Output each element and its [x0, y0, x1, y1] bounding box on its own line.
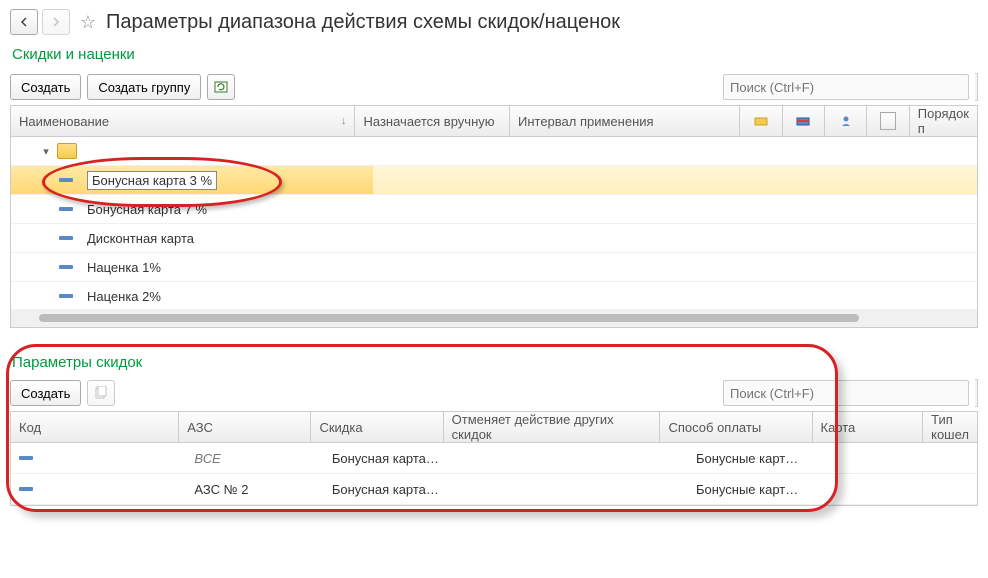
- tree-row-item[interactable]: Наценка 2%: [11, 282, 977, 309]
- tree-row-item[interactable]: Бонусная карта 7 %: [11, 195, 977, 224]
- scrollbar-thumb[interactable]: [39, 314, 859, 322]
- tree-row-root[interactable]: ▾: [11, 137, 977, 166]
- tree-row-item[interactable]: Наценка 1%: [11, 253, 977, 282]
- refresh-button[interactable]: [207, 74, 235, 100]
- cell-azs: АЗС № 2: [186, 482, 323, 497]
- tree-row-item[interactable]: Бонусная карта 3 %: [11, 166, 977, 195]
- column-card-icon: [796, 114, 810, 128]
- folder-icon: [57, 143, 77, 159]
- item-icon: [59, 236, 73, 240]
- copy-icon: [94, 386, 108, 400]
- tree-item-label: Наценка 1%: [87, 260, 161, 275]
- column-header-code[interactable]: Код: [11, 412, 179, 442]
- item-icon: [59, 265, 73, 269]
- table-row[interactable]: ВСЕБонусная карта… Бонусные карт…: [11, 443, 977, 474]
- column-header-azs[interactable]: АЗС: [179, 412, 311, 442]
- column-header-icon-1[interactable]: [740, 106, 782, 136]
- spreadsheet-refresh-icon: [214, 80, 228, 94]
- column-header-discount[interactable]: Скидка: [311, 412, 443, 442]
- page-title: Параметры диапазона действия схемы скидо…: [106, 11, 620, 34]
- column-header-order[interactable]: Порядок п: [910, 106, 977, 136]
- horizontal-scrollbar[interactable]: [11, 309, 977, 327]
- column-header-manual[interactable]: Назначается вручную: [355, 106, 510, 136]
- item-icon: [19, 487, 33, 491]
- column-header-wallet[interactable]: Тип кошел: [923, 412, 977, 442]
- column-header-interval[interactable]: Интервал применения: [510, 106, 741, 136]
- arrow-left-icon: [19, 17, 29, 27]
- column-header-icon-3[interactable]: [825, 106, 867, 136]
- cell-discount: Бонусная карта…: [324, 451, 461, 466]
- search-trailing-2: [975, 379, 978, 407]
- column-header-icon-4[interactable]: [867, 106, 909, 136]
- item-icon: [59, 178, 73, 182]
- discount-params-section: Параметры скидок Создать Код АЗС Скидка …: [10, 350, 978, 506]
- params-grid: Код АЗС Скидка Отменяет действие других …: [10, 411, 978, 506]
- section-title-params: Параметры скидок: [10, 350, 978, 375]
- discounts-grid: Наименование ↓ Назначается вручную Интер…: [10, 105, 978, 328]
- tree-item-label: Дисконтная карта: [87, 231, 194, 246]
- column-money-icon: [754, 114, 768, 128]
- column-person-icon: [839, 114, 853, 128]
- tree-item-label: Бонусная карта 3 %: [87, 171, 217, 190]
- section-title-discounts: Скидки и наценки: [10, 42, 978, 67]
- create-param-button[interactable]: Создать: [10, 380, 81, 406]
- search-input[interactable]: [723, 74, 969, 100]
- item-icon: [59, 294, 73, 298]
- column-header-cancels[interactable]: Отменяет действие других скидок: [444, 412, 661, 442]
- create-button[interactable]: Создать: [10, 74, 81, 100]
- search-input-params[interactable]: [723, 380, 969, 406]
- column-header-name-label: Наименование: [19, 114, 109, 129]
- favorite-star-icon[interactable]: ☆: [78, 12, 98, 32]
- column-header-name[interactable]: Наименование ↓: [11, 106, 355, 136]
- item-icon: [59, 207, 73, 211]
- tree-collapse-icon[interactable]: ▾: [39, 145, 53, 158]
- column-document-icon: [880, 112, 896, 130]
- arrow-right-icon: [51, 17, 61, 27]
- table-row[interactable]: АЗС № 2Бонусная карта… Бонусные карт…: [11, 474, 977, 505]
- cell-payment: Бонусные карт…: [688, 482, 846, 497]
- column-header-icon-2[interactable]: [783, 106, 825, 136]
- cell-discount: Бонусная карта…: [324, 482, 461, 497]
- tree-item-label: Наценка 2%: [87, 289, 161, 304]
- column-header-card[interactable]: Карта: [813, 412, 924, 442]
- sort-indicator-icon: ↓: [341, 115, 347, 127]
- tree-row-item[interactable]: Дисконтная карта: [11, 224, 977, 253]
- tree-item-label: Бонусная карта 7 %: [87, 202, 207, 217]
- cell-azs: ВСЕ: [186, 451, 323, 466]
- cell-payment: Бонусные карт…: [688, 451, 846, 466]
- copy-button[interactable]: [87, 380, 115, 406]
- nav-back-button[interactable]: [10, 9, 38, 35]
- create-group-button[interactable]: Создать группу: [87, 74, 201, 100]
- nav-forward-button[interactable]: [42, 9, 70, 35]
- item-icon: [19, 456, 33, 460]
- search-trailing: [975, 73, 978, 101]
- column-header-payment[interactable]: Способ оплаты: [660, 412, 812, 442]
